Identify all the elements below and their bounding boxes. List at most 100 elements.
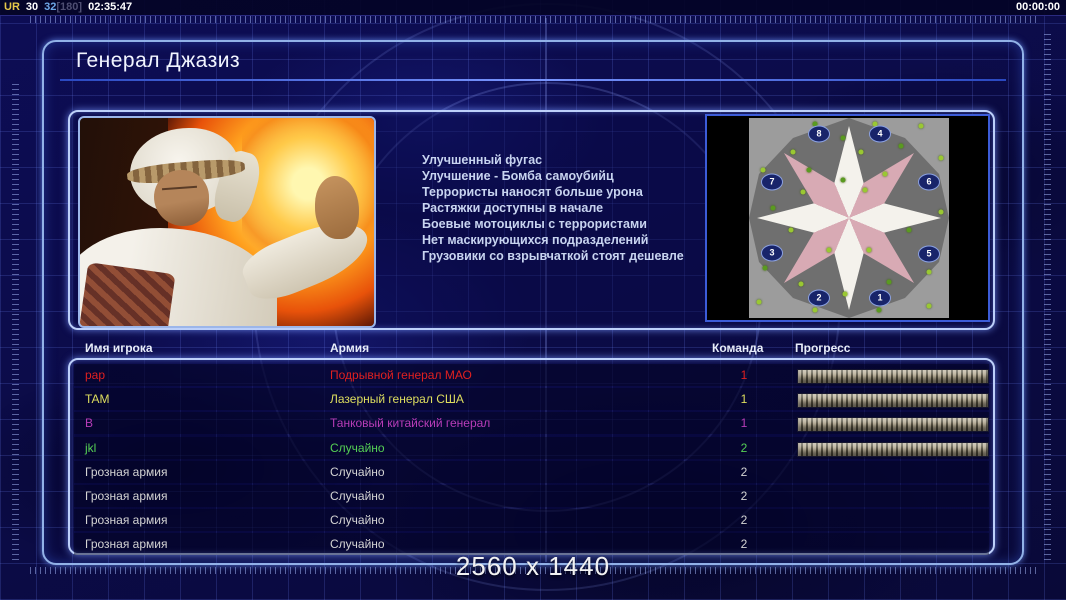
ruler-top xyxy=(30,16,1036,23)
resource-dot xyxy=(886,279,892,285)
start-position-marker: 2 xyxy=(808,289,830,307)
bonus-line: Террористы наносят больше урона xyxy=(422,185,643,199)
resource-dot xyxy=(800,189,806,195)
player-army: Случайно xyxy=(330,489,385,503)
resource-dot xyxy=(788,227,794,233)
status-segment: [180] xyxy=(56,1,83,13)
bonus-line: Боевые мотоциклы с террористами xyxy=(422,217,647,231)
resource-dot xyxy=(770,205,776,211)
player-row: Грозная армия Случайно 2 xyxy=(74,509,989,532)
resource-dot xyxy=(826,247,832,253)
player-row: jkl Случайно 2 xyxy=(74,436,989,459)
resource-dot xyxy=(812,307,818,313)
ruler-left xyxy=(12,80,19,560)
status-segment: 02:35:47 xyxy=(88,1,133,13)
player-row: TAM Лазерный генерал США 1 xyxy=(74,388,989,411)
ruler-right xyxy=(1044,30,1051,560)
bonus-line: Улучшение - Бомба самоубийц xyxy=(422,169,614,183)
resource-dot xyxy=(790,149,796,155)
player-army: Подрывной генерал МАО xyxy=(330,368,472,382)
resource-dot xyxy=(756,299,762,305)
bonus-line: Грузовики со взрывчаткой стоят дешевле xyxy=(422,249,684,263)
start-position-marker: 1 xyxy=(869,289,891,307)
start-position-marker: 5 xyxy=(918,245,940,263)
player-team: 1 xyxy=(740,392,748,407)
resource-dot xyxy=(840,177,846,183)
resource-dot xyxy=(876,307,882,313)
resource-dot xyxy=(840,135,846,141)
map-image: 1 2 3 4 5 6 7 8 xyxy=(749,118,949,318)
player-army: Танковый китайский генерал xyxy=(330,416,491,431)
player-army: Случайно xyxy=(330,440,385,455)
page-title: Генерал Джазиз xyxy=(76,49,241,72)
column-header-player-name: Имя игрока xyxy=(85,341,153,355)
resource-dot xyxy=(926,269,932,275)
game-timer: 00:00:00 xyxy=(1015,1,1060,13)
bandolier-art xyxy=(80,261,176,326)
player-team: 1 xyxy=(740,416,748,431)
player-row: pap Подрывной генерал МАО 1 xyxy=(74,364,989,386)
loading-progress-bar xyxy=(797,417,989,433)
resource-dot xyxy=(862,187,868,193)
resource-dot xyxy=(798,281,804,287)
resource-dot xyxy=(760,167,766,173)
player-team: 2 xyxy=(740,464,748,479)
start-position-marker: 3 xyxy=(761,244,783,262)
resource-dot xyxy=(842,291,848,297)
loading-progress-bar xyxy=(797,369,989,384)
resource-dot xyxy=(926,303,932,309)
resource-dot xyxy=(906,227,912,233)
start-position-marker: 7 xyxy=(761,173,783,191)
connection-status: UR 30 32[180] 02:35:47 xyxy=(4,0,138,15)
player-army: Случайно xyxy=(330,464,385,479)
player-army: Случайно xyxy=(330,513,385,528)
bonus-line: Улучшенный фугас xyxy=(422,153,543,167)
player-team: 1 xyxy=(740,368,748,382)
player-name: Грозная армия xyxy=(85,464,168,479)
player-row: Грозная армия Случайно 2 xyxy=(74,460,989,483)
player-row: B Танковый китайский генерал 1 xyxy=(74,412,989,435)
player-name: B xyxy=(85,416,94,431)
player-army: Лазерный генерал США xyxy=(330,392,464,407)
loading-progress-bar xyxy=(797,393,989,409)
general-bonus-list: Улучшенный фугас Улучшение - Бомба самоуб… xyxy=(422,152,702,264)
resource-dot xyxy=(858,149,864,155)
column-header-progress: Прогресс xyxy=(795,341,851,355)
map-preview: 1 2 3 4 5 6 7 8 xyxy=(705,114,990,322)
start-position-marker: 6 xyxy=(918,173,940,191)
loading-screen: UR 30 32[180] 02:35:47 00:00:00 Генерал Джа… xyxy=(0,0,1066,600)
resource-dot xyxy=(762,265,768,271)
player-team: 2 xyxy=(740,440,748,455)
player-row: Грозная армия Случайно 2 xyxy=(74,485,989,507)
status-segment: 30 xyxy=(25,1,39,13)
general-face-art xyxy=(153,170,210,227)
player-name: TAM xyxy=(85,392,110,407)
resource-dot xyxy=(938,155,944,161)
status-segment: 32 xyxy=(44,1,57,13)
resource-dot xyxy=(806,167,812,173)
resource-dot xyxy=(898,143,904,149)
column-header-army: Армия xyxy=(330,341,370,355)
start-position-marker: 4 xyxy=(869,125,891,143)
players-table: pap Подрывной генерал МАО 1 TAM Лазерный ген… xyxy=(68,358,995,556)
bonus-line: Нет маскирующихся подразделений xyxy=(422,233,649,247)
status-bar: UR 30 32[180] 02:35:47 00:00:00 xyxy=(0,0,1066,16)
general-portrait xyxy=(78,116,376,328)
player-name: pap xyxy=(85,368,106,382)
player-team: 2 xyxy=(740,489,748,503)
resource-dot xyxy=(918,123,924,129)
player-name: jkl xyxy=(85,440,97,455)
player-name: Грозная армия xyxy=(85,513,168,528)
resource-dot xyxy=(866,247,872,253)
bonus-line: Растяжки доступны в начале xyxy=(422,201,604,215)
map-star-pattern xyxy=(757,126,941,310)
column-header-team: Команда xyxy=(712,341,764,355)
title-underline xyxy=(60,79,1006,81)
status-segment: UR xyxy=(4,1,20,13)
resource-dot xyxy=(882,171,888,177)
start-position-marker: 8 xyxy=(808,125,830,143)
resource-dot xyxy=(938,209,944,215)
player-team: 2 xyxy=(740,513,748,528)
player-name: Грозная армия xyxy=(85,489,168,503)
loading-progress-bar xyxy=(797,441,989,457)
